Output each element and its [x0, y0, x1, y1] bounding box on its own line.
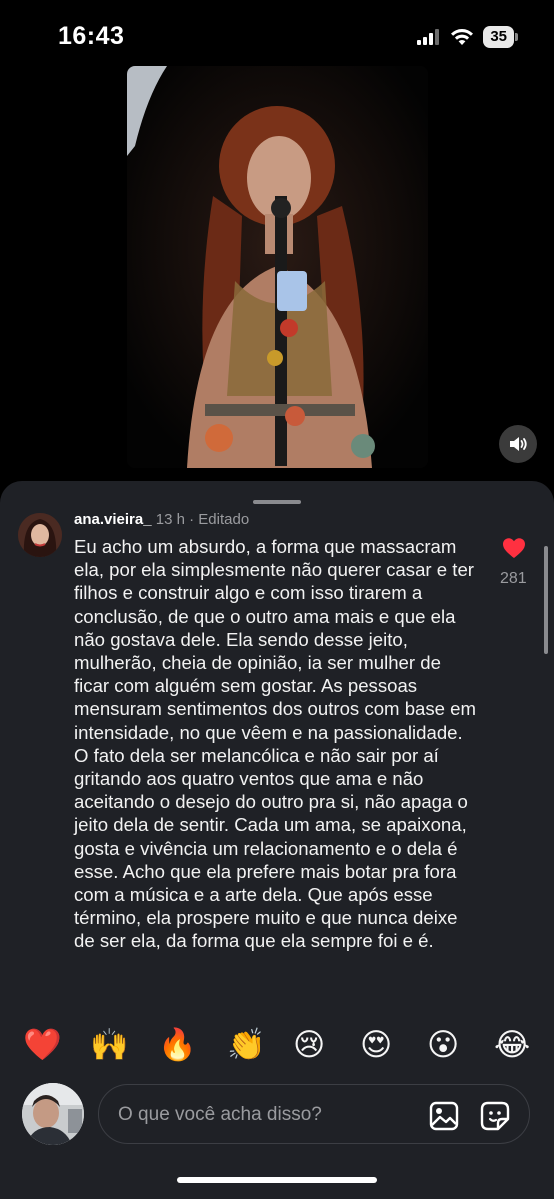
comment-body: Eu acho um absurdo, a forma que massacra…	[74, 536, 477, 952]
home-indicator[interactable]	[177, 1177, 377, 1183]
battery-level: 35	[483, 26, 514, 48]
like-count: 281	[500, 570, 527, 587]
status-bar: 16:43 35	[0, 0, 554, 70]
comments-sheet: ana.vieira_ 13 h · Editado Eu acho um ab…	[0, 481, 554, 1199]
sound-toggle-button[interactable]	[499, 425, 537, 463]
reaction-raising-hands[interactable]: 🙌	[90, 1027, 129, 1063]
reel-video[interactable]	[127, 66, 428, 468]
comment-edited-label: Editado	[198, 511, 250, 528]
reaction-tears-of-joy[interactable]: 😂	[494, 1027, 530, 1063]
comment-time: 13 h	[155, 511, 185, 528]
comment-separator: ·	[189, 511, 195, 528]
sticker-icon[interactable]	[479, 1100, 511, 1132]
comment-username[interactable]: ana.vieira_	[74, 511, 152, 528]
image-icon[interactable]	[428, 1100, 460, 1132]
reaction-red-heart[interactable]: ❤️	[23, 1027, 62, 1063]
comment-composer[interactable]	[98, 1084, 530, 1144]
commenter-avatar[interactable]	[18, 513, 62, 557]
clock: 16:43	[58, 22, 125, 50]
reaction-astonished-face[interactable]: 😮	[427, 1027, 459, 1063]
comment-input[interactable]	[116, 1100, 400, 1130]
speaker-icon	[510, 437, 527, 451]
comment-header: ana.vieira_ 13 h · Editado	[74, 511, 249, 528]
commenter-photo	[18, 513, 62, 557]
heart-icon[interactable]	[502, 537, 526, 559]
cellular-signal-icon	[417, 29, 440, 45]
current-user-photo	[22, 1083, 84, 1145]
comments-scrollbar[interactable]	[544, 546, 548, 654]
current-user-avatar[interactable]	[22, 1083, 84, 1145]
quick-reactions-row: ❤️ 🙌 🔥 👏 😢 😍 😮 😂	[0, 1027, 554, 1067]
reaction-heart-eyes[interactable]: 😍	[360, 1027, 392, 1063]
reaction-clapping-hands[interactable]: 👏	[227, 1027, 266, 1063]
battery-cap	[515, 33, 518, 41]
video-frame-image	[127, 66, 428, 468]
reaction-crying-face[interactable]: 😢	[293, 1027, 325, 1063]
status-icons: 35	[417, 26, 518, 48]
reaction-fire[interactable]: 🔥	[158, 1027, 197, 1063]
wifi-icon	[451, 29, 474, 45]
sheet-drag-handle[interactable]	[253, 500, 301, 504]
